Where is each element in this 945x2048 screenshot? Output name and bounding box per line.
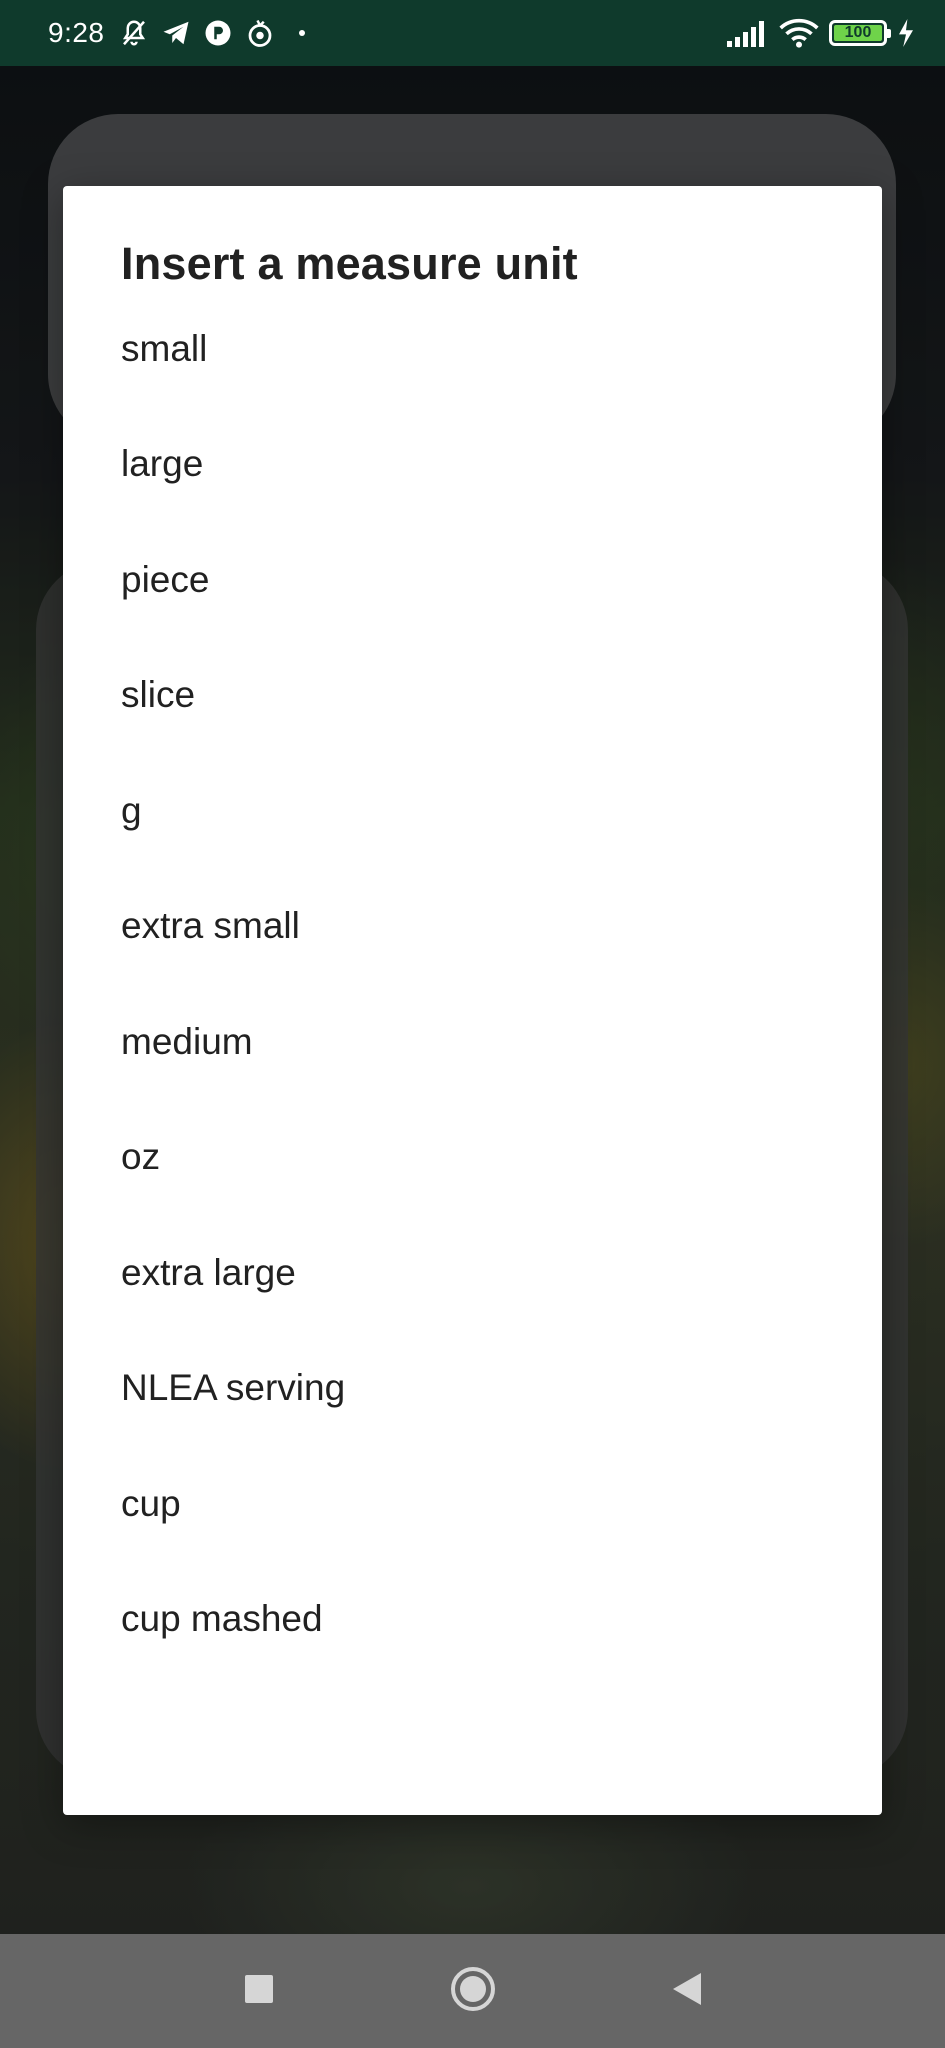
battery-level: 100 [834, 25, 882, 41]
status-bar: 9:28 100 [0, 0, 945, 66]
unit-option-nlea-serving[interactable]: NLEA serving [63, 1331, 882, 1447]
dialog-title: Insert a measure unit [121, 238, 578, 289]
unit-option-extra-small[interactable]: extra small [63, 869, 882, 985]
unit-option-small[interactable]: small [63, 291, 882, 407]
app-icon [203, 18, 233, 48]
telegram-icon [161, 18, 191, 48]
system-icons: 100 [727, 18, 915, 48]
unit-option-slice[interactable]: slice [63, 638, 882, 754]
measure-unit-list: small large piece slice g extra small me… [63, 291, 882, 1677]
signal-icon [727, 19, 769, 47]
bell-off-icon [119, 18, 149, 48]
recents-button[interactable] [152, 1934, 366, 2048]
unit-option-medium[interactable]: medium [63, 984, 882, 1100]
charging-icon [897, 19, 915, 47]
unit-option-large[interactable]: large [63, 407, 882, 523]
more-notifications-icon [298, 30, 305, 36]
back-icon [671, 1972, 703, 2011]
wifi-icon [779, 18, 819, 48]
home-button[interactable] [366, 1934, 580, 2048]
unit-option-g[interactable]: g [63, 753, 882, 869]
battery-icon: 100 [829, 20, 891, 46]
unit-option-extra-large[interactable]: extra large [63, 1215, 882, 1331]
home-icon [450, 1966, 496, 2017]
back-button[interactable] [580, 1934, 794, 2048]
recents-icon [244, 1974, 274, 2009]
measure-unit-dialog: Insert a measure unit small large piece … [63, 186, 882, 1815]
unit-option-oz[interactable]: oz [63, 1100, 882, 1216]
unit-option-cup-mashed[interactable]: cup mashed [63, 1562, 882, 1678]
unit-option-cup[interactable]: cup [63, 1446, 882, 1562]
notification-icons [119, 18, 305, 48]
navigation-bar [0, 1934, 945, 2048]
tomato-icon [245, 18, 275, 48]
unit-option-piece[interactable]: piece [63, 522, 882, 638]
status-time: 9:28 [48, 17, 105, 48]
